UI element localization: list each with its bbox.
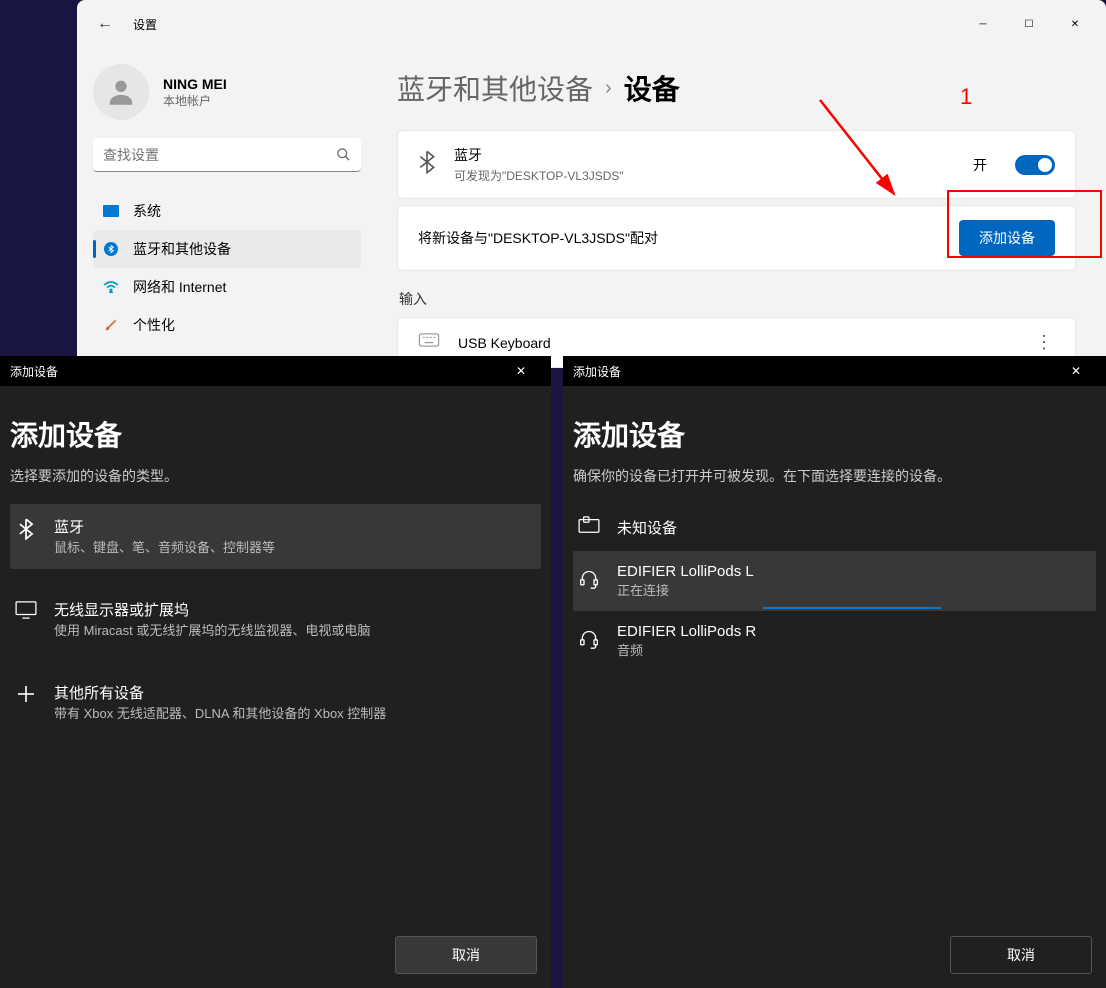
connecting-progress — [763, 607, 941, 609]
input-section-header: 输入 — [399, 289, 1076, 309]
device-lollipods-r[interactable]: EDIFIER LolliPods R 音频 — [573, 611, 1096, 671]
plus-icon — [14, 684, 38, 709]
bluetooth-icon — [418, 150, 436, 179]
option-wireless-display[interactable]: 无线显示器或扩展坞 使用 Miracast 或无线扩展坞的无线监视器、电视或电脑 — [10, 587, 541, 652]
headset-icon — [577, 568, 601, 595]
settings-window: ← 设置 ─ ☐ ✕ NING MEI 本地帐户 — [77, 0, 1106, 360]
nav-bluetooth[interactable]: 蓝牙和其他设备 — [93, 230, 361, 268]
dialog-titlebar: 添加设备 ✕ — [563, 356, 1106, 386]
maximize-button[interactable]: ☐ — [1006, 8, 1052, 40]
search-input[interactable] — [93, 138, 361, 172]
keyboard-name: USB Keyboard — [458, 335, 551, 351]
device-unknown[interactable]: 未知设备 — [573, 504, 1096, 551]
avatar — [93, 64, 149, 120]
breadcrumb-parent[interactable]: 蓝牙和其他设备 — [397, 68, 593, 108]
dialog-close-button[interactable]: ✕ — [501, 356, 541, 386]
user-block[interactable]: NING MEI 本地帐户 — [93, 64, 361, 120]
titlebar: ← 设置 ─ ☐ ✕ — [77, 0, 1106, 48]
search-icon — [336, 147, 351, 167]
nav-system[interactable]: 系统 — [93, 192, 361, 230]
dialog-subtitle: 确保你的设备已打开并可被发现。在下面选择要连接的设备。 — [573, 466, 1096, 486]
dialog-heading: 添加设备 — [10, 414, 541, 454]
nav-network[interactable]: 网络和 Internet — [93, 268, 361, 306]
keyboard-icon — [418, 333, 440, 352]
breadcrumb-current: 设备 — [624, 68, 680, 108]
dialog-subtitle: 选择要添加的设备的类型。 — [10, 466, 541, 486]
option-bluetooth[interactable]: 蓝牙 鼠标、键盘、笔、音频设备、控制器等 — [10, 504, 541, 569]
more-icon[interactable]: ⋮ — [1035, 332, 1055, 353]
add-device-button[interactable]: 添加设备 — [959, 220, 1055, 256]
dialog-close-button[interactable]: ✕ — [1056, 356, 1096, 386]
content-area: 蓝牙和其他设备 › 设备 蓝牙 可发现为"DESKTOP-VL3JSDS" 开 — [377, 48, 1106, 360]
device-lollipods-l[interactable]: EDIFIER LolliPods L 正在连接 — [573, 551, 1096, 611]
bluetooth-icon — [103, 241, 119, 257]
bluetooth-card: 蓝牙 可发现为"DESKTOP-VL3JSDS" 开 — [397, 130, 1076, 199]
pair-card: 将新设备与"DESKTOP-VL3JSDS"配对 添加设备 — [397, 205, 1076, 271]
window-title: 设置 — [133, 16, 157, 33]
cancel-button[interactable]: 取消 — [395, 936, 537, 974]
back-button[interactable]: ← — [85, 4, 125, 44]
toggle-label: 开 — [973, 155, 987, 175]
wifi-icon — [103, 279, 119, 295]
chevron-right-icon: › — [605, 77, 612, 100]
pair-text: 将新设备与"DESKTOP-VL3JSDS"配对 — [418, 228, 658, 248]
user-account-type: 本地帐户 — [163, 92, 227, 109]
dialog-titlebar: 添加设备 ✕ — [0, 356, 551, 386]
user-name: NING MEI — [163, 76, 227, 92]
bluetooth-title: 蓝牙 — [454, 145, 624, 165]
bluetooth-subtitle: 可发现为"DESKTOP-VL3JSDS" — [454, 167, 624, 184]
cancel-button[interactable]: 取消 — [950, 936, 1092, 974]
close-button[interactable]: ✕ — [1052, 8, 1098, 40]
bluetooth-icon — [14, 518, 38, 545]
display-icon — [14, 601, 38, 624]
option-other-devices[interactable]: 其他所有设备 带有 Xbox 无线适配器、DLNA 和其他设备的 Xbox 控制… — [10, 670, 541, 735]
headset-icon — [577, 628, 601, 655]
sidebar: NING MEI 本地帐户 系统 蓝牙和其他设备 — [77, 48, 377, 360]
add-device-dialog-list: 添加设备 ✕ 添加设备 确保你的设备已打开并可被发现。在下面选择要连接的设备。 … — [563, 356, 1106, 988]
device-icon — [577, 516, 601, 539]
nav-personalization[interactable]: 个性化 — [93, 306, 361, 344]
brush-icon — [103, 317, 119, 333]
add-device-dialog-types: 添加设备 ✕ 添加设备 选择要添加的设备的类型。 蓝牙 鼠标、键盘、笔、音频设备… — [0, 356, 551, 988]
display-icon — [103, 203, 119, 219]
minimize-button[interactable]: ─ — [960, 8, 1006, 40]
dialog-heading: 添加设备 — [573, 414, 1096, 454]
bluetooth-toggle[interactable] — [1015, 155, 1055, 175]
breadcrumb: 蓝牙和其他设备 › 设备 — [397, 68, 1076, 108]
